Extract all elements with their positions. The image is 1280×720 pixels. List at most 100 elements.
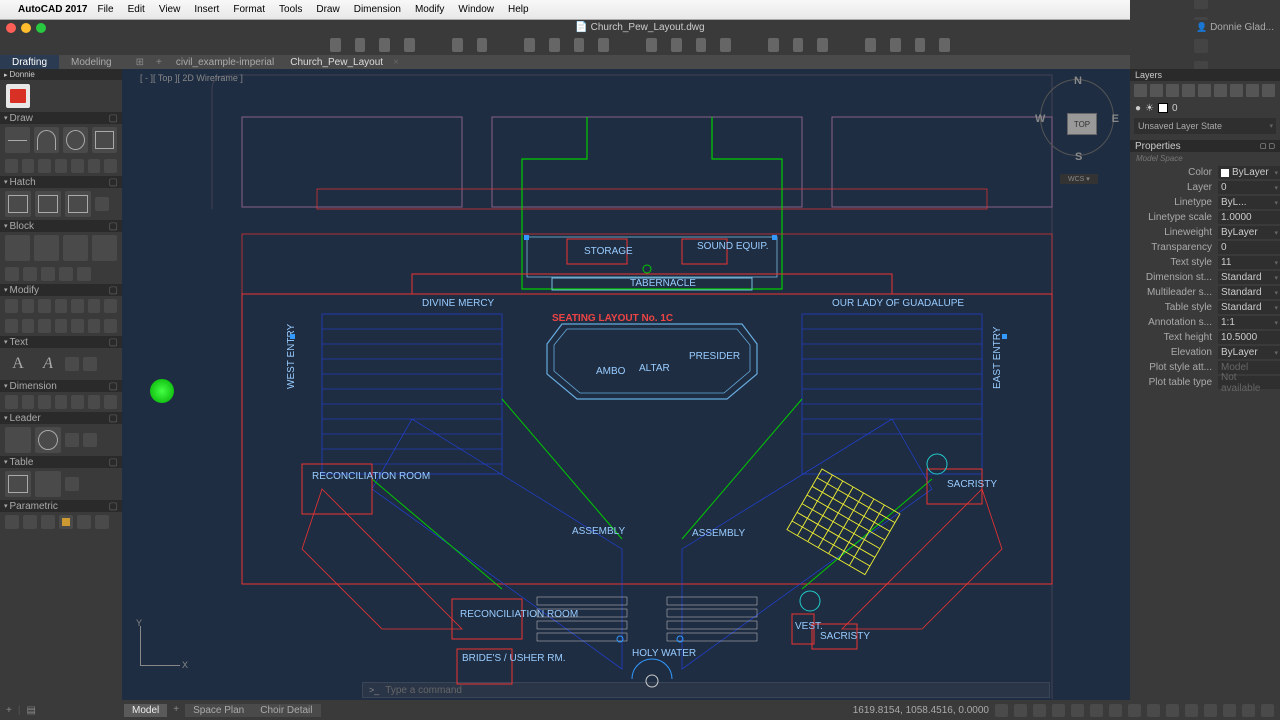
property-value[interactable]: 10.5000	[1218, 331, 1280, 344]
section-parametric[interactable]: Parametric▢	[0, 500, 122, 512]
layer-icon[interactable]	[1246, 84, 1259, 97]
layer-icon[interactable]	[1150, 84, 1163, 97]
drawing-canvas[interactable]: [ - ][ Top ][ 2D Wireframe ] TOP N S E W…	[122, 69, 1130, 700]
mleader-tool[interactable]	[5, 427, 31, 453]
add-icon[interactable]: +	[6, 705, 12, 716]
view4-icon[interactable]	[939, 38, 950, 52]
trans-icon[interactable]	[1128, 704, 1141, 717]
dim-arc-tool[interactable]	[104, 395, 117, 409]
property-value[interactable]: 0	[1218, 181, 1280, 194]
line-tool[interactable]	[5, 127, 30, 153]
ws-icon[interactable]	[1204, 704, 1217, 717]
rectangle-tool[interactable]	[92, 127, 117, 153]
block-tool[interactable]	[77, 267, 91, 281]
menu-window[interactable]: Window	[458, 4, 494, 15]
hw-icon[interactable]	[1223, 704, 1236, 717]
fullscreen-button[interactable]	[36, 23, 46, 33]
orbit-icon[interactable]	[817, 38, 828, 52]
mtext-tool[interactable]: A	[5, 351, 31, 377]
plot-icon[interactable]	[524, 38, 535, 52]
attribute-tool[interactable]	[92, 235, 117, 261]
constraint-tool[interactable]	[77, 515, 91, 529]
property-value[interactable]: 0	[1218, 241, 1280, 254]
find-tool[interactable]	[83, 357, 97, 371]
dim-linear-tool[interactable]	[5, 395, 18, 409]
wcs-dropdown[interactable]: WCS ▾	[1060, 174, 1098, 184]
move-tool[interactable]	[5, 299, 18, 313]
spell-tool[interactable]	[65, 357, 79, 371]
view2-icon[interactable]	[890, 38, 901, 52]
lwt-icon[interactable]	[1109, 704, 1122, 717]
property-value[interactable]: ByL...	[1218, 196, 1280, 209]
property-value[interactable]: Standard	[1218, 301, 1280, 314]
copy-icon[interactable]	[671, 38, 682, 52]
menu-modify[interactable]: Modify	[415, 4, 444, 15]
offset-tool[interactable]	[71, 319, 84, 333]
otrack-icon[interactable]	[1090, 704, 1103, 717]
saveas-icon[interactable]	[404, 38, 415, 52]
anno-icon[interactable]	[1185, 704, 1198, 717]
layer-icon[interactable]	[1166, 84, 1179, 97]
palette-owner[interactable]: Donnie	[0, 69, 122, 80]
constraint-tool[interactable]	[5, 515, 19, 529]
create-block-tool[interactable]	[34, 235, 59, 261]
spline-tool[interactable]	[22, 159, 35, 173]
dim-aligned-tool[interactable]	[22, 395, 35, 409]
section-leader[interactable]: Leader▢	[0, 412, 122, 424]
dim-ord-tool[interactable]	[88, 395, 101, 409]
workspace-tab-drafting[interactable]: Drafting	[0, 55, 59, 69]
layout-icon[interactable]	[549, 38, 560, 52]
scale-tool[interactable]	[55, 299, 68, 313]
tray-icon[interactable]	[1194, 0, 1208, 9]
current-layer-dropdown[interactable]: ●☀0	[1130, 100, 1280, 116]
viewcube[interactable]: TOP N S E W WCS ▾	[1032, 71, 1122, 191]
section-block[interactable]: Block▢	[0, 220, 122, 232]
section-draw[interactable]: Draw▢	[0, 112, 122, 124]
add-tab-button[interactable]: +	[150, 57, 168, 68]
open-icon[interactable]	[355, 38, 366, 52]
array-tool[interactable]	[88, 299, 101, 313]
dim-diameter-tool[interactable]	[71, 395, 84, 409]
property-value[interactable]: 1.0000	[1218, 211, 1280, 224]
point-tool[interactable]	[71, 159, 84, 173]
property-value[interactable]: Standard	[1218, 286, 1280, 299]
layer-icon[interactable]	[1134, 84, 1147, 97]
hatch-tool[interactable]	[5, 191, 31, 217]
circle-tool[interactable]	[63, 127, 88, 153]
table-edit-tool[interactable]	[35, 471, 61, 497]
redo-icon[interactable]	[477, 38, 488, 52]
menu-draw[interactable]: Draw	[316, 4, 339, 15]
cut-icon[interactable]	[646, 38, 657, 52]
close-button[interactable]	[6, 23, 16, 33]
grid-icon[interactable]	[1014, 704, 1027, 717]
menu-view[interactable]: View	[159, 4, 181, 15]
boundary-tool[interactable]	[65, 191, 91, 217]
properties-header[interactable]: Properties▢ ▢	[1130, 140, 1280, 152]
constraint-tool[interactable]	[59, 515, 73, 529]
mirror-tool[interactable]	[71, 299, 84, 313]
minimize-button[interactable]	[21, 23, 31, 33]
block-tool[interactable]	[5, 267, 19, 281]
ortho-icon[interactable]	[1033, 704, 1046, 717]
explode-tool[interactable]	[104, 319, 117, 333]
property-value[interactable]: ByLayer	[1218, 226, 1280, 239]
constraint-tool[interactable]	[95, 515, 109, 529]
view-icon[interactable]	[865, 38, 876, 52]
chamfer-tool[interactable]	[55, 319, 68, 333]
undo-icon[interactable]	[452, 38, 463, 52]
pan-icon[interactable]	[793, 38, 804, 52]
layout-grid-icon[interactable]: ⊞	[130, 57, 150, 68]
layout-tab[interactable]: Choir Detail	[252, 704, 320, 717]
layout2-icon[interactable]	[574, 38, 585, 52]
section-text[interactable]: Text▢	[0, 336, 122, 348]
new-icon[interactable]	[330, 38, 341, 52]
property-value[interactable]: Standard	[1218, 271, 1280, 284]
ray-tool[interactable]	[88, 159, 101, 173]
iso-icon[interactable]	[1242, 704, 1255, 717]
customize-icon[interactable]: ▤	[26, 705, 35, 716]
add-layout-button[interactable]: +	[167, 704, 185, 717]
dim-radius-tool[interactable]	[55, 395, 68, 409]
extend-tool[interactable]	[22, 319, 35, 333]
match-icon[interactable]	[720, 38, 731, 52]
viewport-label[interactable]: [ - ][ Top ][ 2D Wireframe ]	[140, 73, 243, 83]
